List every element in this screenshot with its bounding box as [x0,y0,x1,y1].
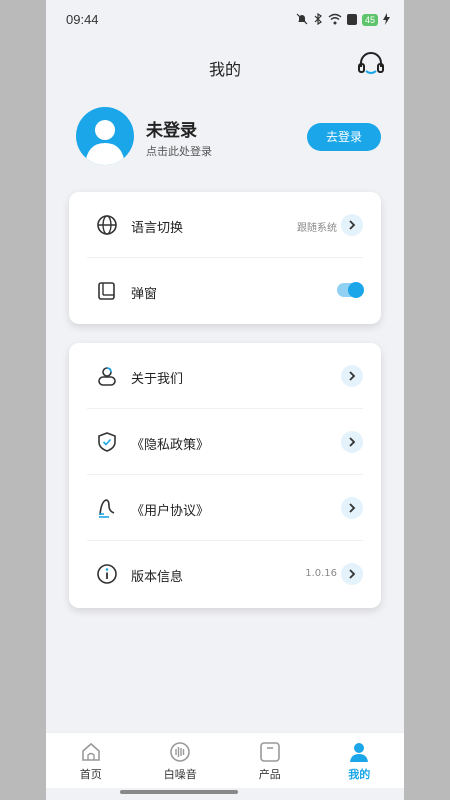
chevron-right-icon[interactable] [341,497,363,519]
agreement-icon [95,496,119,520]
chevron-right-icon[interactable] [341,214,363,236]
settings-card: 语言切换 跟随系统 弹窗 [69,192,381,324]
page-title: 我的 [208,60,241,79]
profile-icon [348,741,370,763]
login-button[interactable]: 去登录 [307,123,381,151]
charging-icon [383,10,390,29]
about-label: 关于我们 [131,372,184,387]
popup-toggle[interactable] [337,282,364,298]
tab-profile[interactable]: 我的 [315,733,405,788]
customer-service-icon[interactable] [356,50,386,80]
chevron-right-icon[interactable] [341,365,363,387]
tab-white-noise[interactable]: 白噪音 [136,733,226,788]
tab-label: 产品 [258,768,281,781]
tab-label: 首页 [79,768,102,781]
mute-icon [296,10,308,29]
bluetooth-icon [313,10,323,29]
info-icon [95,562,119,586]
user-name[interactable]: 未登录 [146,116,197,141]
tab-home[interactable]: 首页 [46,733,136,788]
language-value: 跟随系统 [297,223,337,234]
info-card: 关于我们 《隐私政策》 《用户协议》 版本信息 1.0.16 [69,343,381,608]
version-label: 版本信息 [131,570,184,585]
popup-row: 弹窗 [69,258,381,324]
toggle-knob [348,282,364,298]
language-row[interactable]: 语言切换 跟随系统 [69,192,381,258]
about-row[interactable]: 关于我们 [69,343,381,409]
privacy-label: 《隐私政策》 [131,438,210,453]
tab-label: 我的 [348,768,371,781]
privacy-row[interactable]: 《隐私政策》 [69,409,381,475]
chevron-right-icon[interactable] [341,563,363,585]
battery-indicator: 45 [361,13,378,26]
sim-icon [346,14,357,25]
avatar[interactable] [76,107,134,165]
version-row[interactable]: 版本信息 1.0.16 [69,541,381,607]
globe-icon [95,213,119,237]
home-icon [80,741,102,763]
shield-icon [95,430,119,454]
popup-icon [95,279,119,303]
white-noise-icon [169,741,191,763]
bottom-tab-bar: 首页 白噪音 产品 我的 [46,732,404,788]
language-label: 语言切换 [131,221,184,236]
status-icons: 45 [296,10,390,29]
tab-product[interactable]: 产品 [225,733,315,788]
tab-label: 白噪音 [163,768,197,781]
chevron-right-icon[interactable] [341,431,363,453]
popup-label: 弹窗 [131,287,158,302]
agreement-label: 《用户协议》 [131,504,210,519]
home-indicator[interactable] [120,790,238,794]
version-value: 1.0.16 [305,568,337,579]
product-icon [259,741,281,763]
app-screen: 09:44 45 我的 未登录 点击此处登录 去登录 语言切换 跟随系统 弹窗 … [46,0,404,800]
wifi-icon [328,10,342,29]
status-bar: 09:44 45 [46,0,404,38]
agreement-row[interactable]: 《用户协议》 [69,475,381,541]
about-us-icon [95,364,119,388]
status-time: 09:44 [66,12,99,27]
login-hint[interactable]: 点击此处登录 [146,143,212,159]
